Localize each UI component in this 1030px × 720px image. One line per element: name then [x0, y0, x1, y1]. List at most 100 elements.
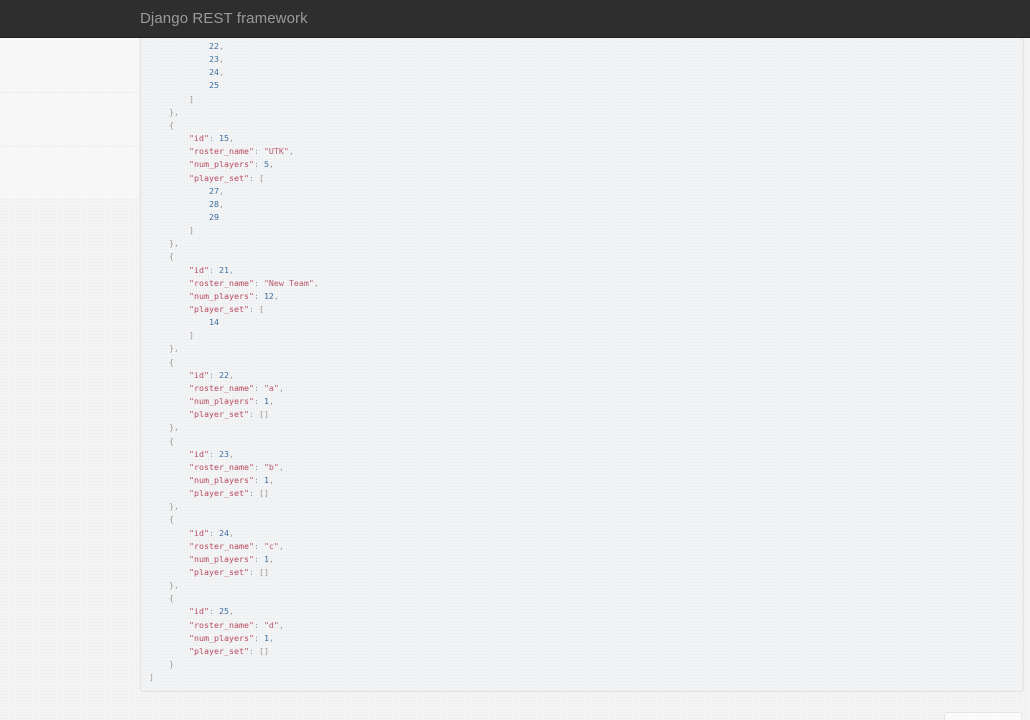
json-key: "player_set"	[189, 304, 249, 314]
json-punctuation: ]	[189, 225, 194, 236]
json-punctuation: ,	[288, 146, 294, 157]
json-number: 22	[218, 369, 229, 380]
json-key: "player_set"	[189, 645, 249, 656]
json-punctuation: ,	[278, 382, 284, 393]
json-punctuation: :	[253, 474, 264, 485]
json-punctuation: ,	[273, 290, 279, 301]
json-punctuation: ,	[268, 396, 274, 407]
json-punctuation: :	[253, 290, 264, 301]
json-punctuation: {	[169, 119, 174, 130]
json-line: "player_set": [	[189, 303, 264, 316]
json-punctuation: ,	[219, 198, 224, 209]
json-line: },	[169, 421, 179, 434]
json-line: {	[169, 435, 174, 448]
json-punctuation: ,	[219, 54, 224, 65]
json-number: 25	[209, 80, 219, 91]
navbar: Django REST framework	[0, 0, 1030, 38]
json-line: "roster_name": "c",	[189, 540, 284, 553]
json-punctuation: : []	[248, 567, 269, 577]
json-line: 29	[209, 211, 219, 224]
json-key: "roster_name"	[189, 619, 254, 630]
json-line: "roster_name": "UTK",	[189, 145, 294, 158]
json-punctuation: ,	[268, 553, 274, 564]
json-key: "num_players"	[189, 159, 254, 170]
pagination-control[interactable]	[944, 712, 1022, 720]
json-line: ]	[149, 671, 154, 684]
json-punctuation: {	[169, 514, 174, 525]
json-punctuation: ,	[219, 67, 224, 78]
json-punctuation: : [	[248, 172, 264, 183]
json-punctuation: :	[253, 461, 264, 472]
json-number: 25	[218, 606, 229, 617]
json-punctuation: ,	[278, 540, 284, 551]
json-line: "num_players": 1,	[189, 395, 274, 408]
json-line: "num_players": 1,	[189, 553, 274, 566]
json-line: },	[169, 500, 179, 513]
json-punctuation: :	[253, 619, 264, 630]
json-punctuation: ,	[228, 527, 234, 538]
json-key: "num_players"	[189, 474, 254, 485]
json-line: "player_set": [	[189, 172, 264, 185]
json-key: "num_players"	[189, 290, 254, 301]
json-line: "id": 15,	[189, 132, 234, 145]
json-punctuation: :	[253, 396, 264, 407]
json-punctuation: :	[253, 632, 264, 643]
json-line: "roster_name": "New Team",	[189, 277, 319, 290]
json-punctuation: ,	[278, 619, 284, 630]
json-line: "roster_name": "a",	[189, 382, 284, 395]
json-number: 21	[218, 264, 229, 275]
json-key: "player_set"	[189, 567, 249, 577]
json-key: "roster_name"	[189, 540, 254, 551]
json-line: ]	[189, 93, 194, 106]
json-key: "num_players"	[189, 396, 254, 407]
json-punctuation: ,	[228, 369, 234, 380]
json-line: "num_players": 5,	[189, 158, 274, 171]
json-number: 12	[263, 290, 274, 301]
json-string: "New Team"	[263, 277, 314, 288]
json-line: }	[169, 658, 174, 671]
json-punctuation: ,	[228, 606, 234, 617]
json-punctuation: ,	[228, 264, 234, 275]
json-number: 28	[209, 198, 219, 209]
json-punctuation: ,	[268, 474, 274, 485]
json-line: "roster_name": "b",	[189, 461, 284, 474]
json-punctuation: : []	[248, 645, 269, 656]
json-line: 27,	[209, 185, 224, 198]
json-punctuation: }	[169, 659, 174, 670]
json-line: },	[169, 237, 179, 250]
json-number: 29	[209, 211, 219, 222]
json-punctuation: : []	[248, 409, 269, 420]
json-number: 27	[209, 185, 219, 196]
json-key: "num_players"	[189, 553, 254, 564]
json-line: ]	[189, 329, 194, 342]
json-punctuation: :	[253, 277, 264, 288]
json-line: },	[169, 342, 179, 355]
brand-link[interactable]: Django REST framework	[140, 10, 308, 27]
response-content-panel: 22, 23, 24, 25]},{"id": 15, "roster_name": "…	[140, 38, 1024, 692]
json-line: "num_players": 1,	[189, 474, 274, 487]
json-line: },	[169, 579, 179, 592]
json-key: "roster_name"	[189, 146, 254, 157]
json-punctuation: :	[208, 264, 219, 275]
json-line: "num_players": 12,	[189, 290, 279, 303]
json-punctuation: ,	[228, 133, 234, 144]
json-key: "id"	[189, 606, 209, 617]
json-punctuation: ]	[149, 672, 154, 683]
json-punctuation: :	[253, 540, 264, 551]
json-number: 24	[209, 67, 219, 78]
json-line: {	[169, 250, 174, 263]
json-line: 22,	[209, 40, 224, 53]
json-punctuation: :	[208, 369, 219, 380]
json-line: {	[169, 513, 174, 526]
json-line: 28,	[209, 198, 224, 211]
json-punctuation: ,	[219, 41, 224, 51]
json-string: "c"	[263, 540, 279, 551]
json-punctuation: : [	[248, 304, 264, 314]
json-punctuation: },	[169, 343, 179, 354]
json-line: "player_set": []	[189, 487, 269, 500]
json-punctuation: :	[253, 382, 264, 393]
json-number: 24	[218, 527, 229, 538]
json-punctuation: :	[208, 527, 219, 538]
json-key: "id"	[189, 133, 209, 144]
json-punctuation: },	[169, 238, 179, 249]
